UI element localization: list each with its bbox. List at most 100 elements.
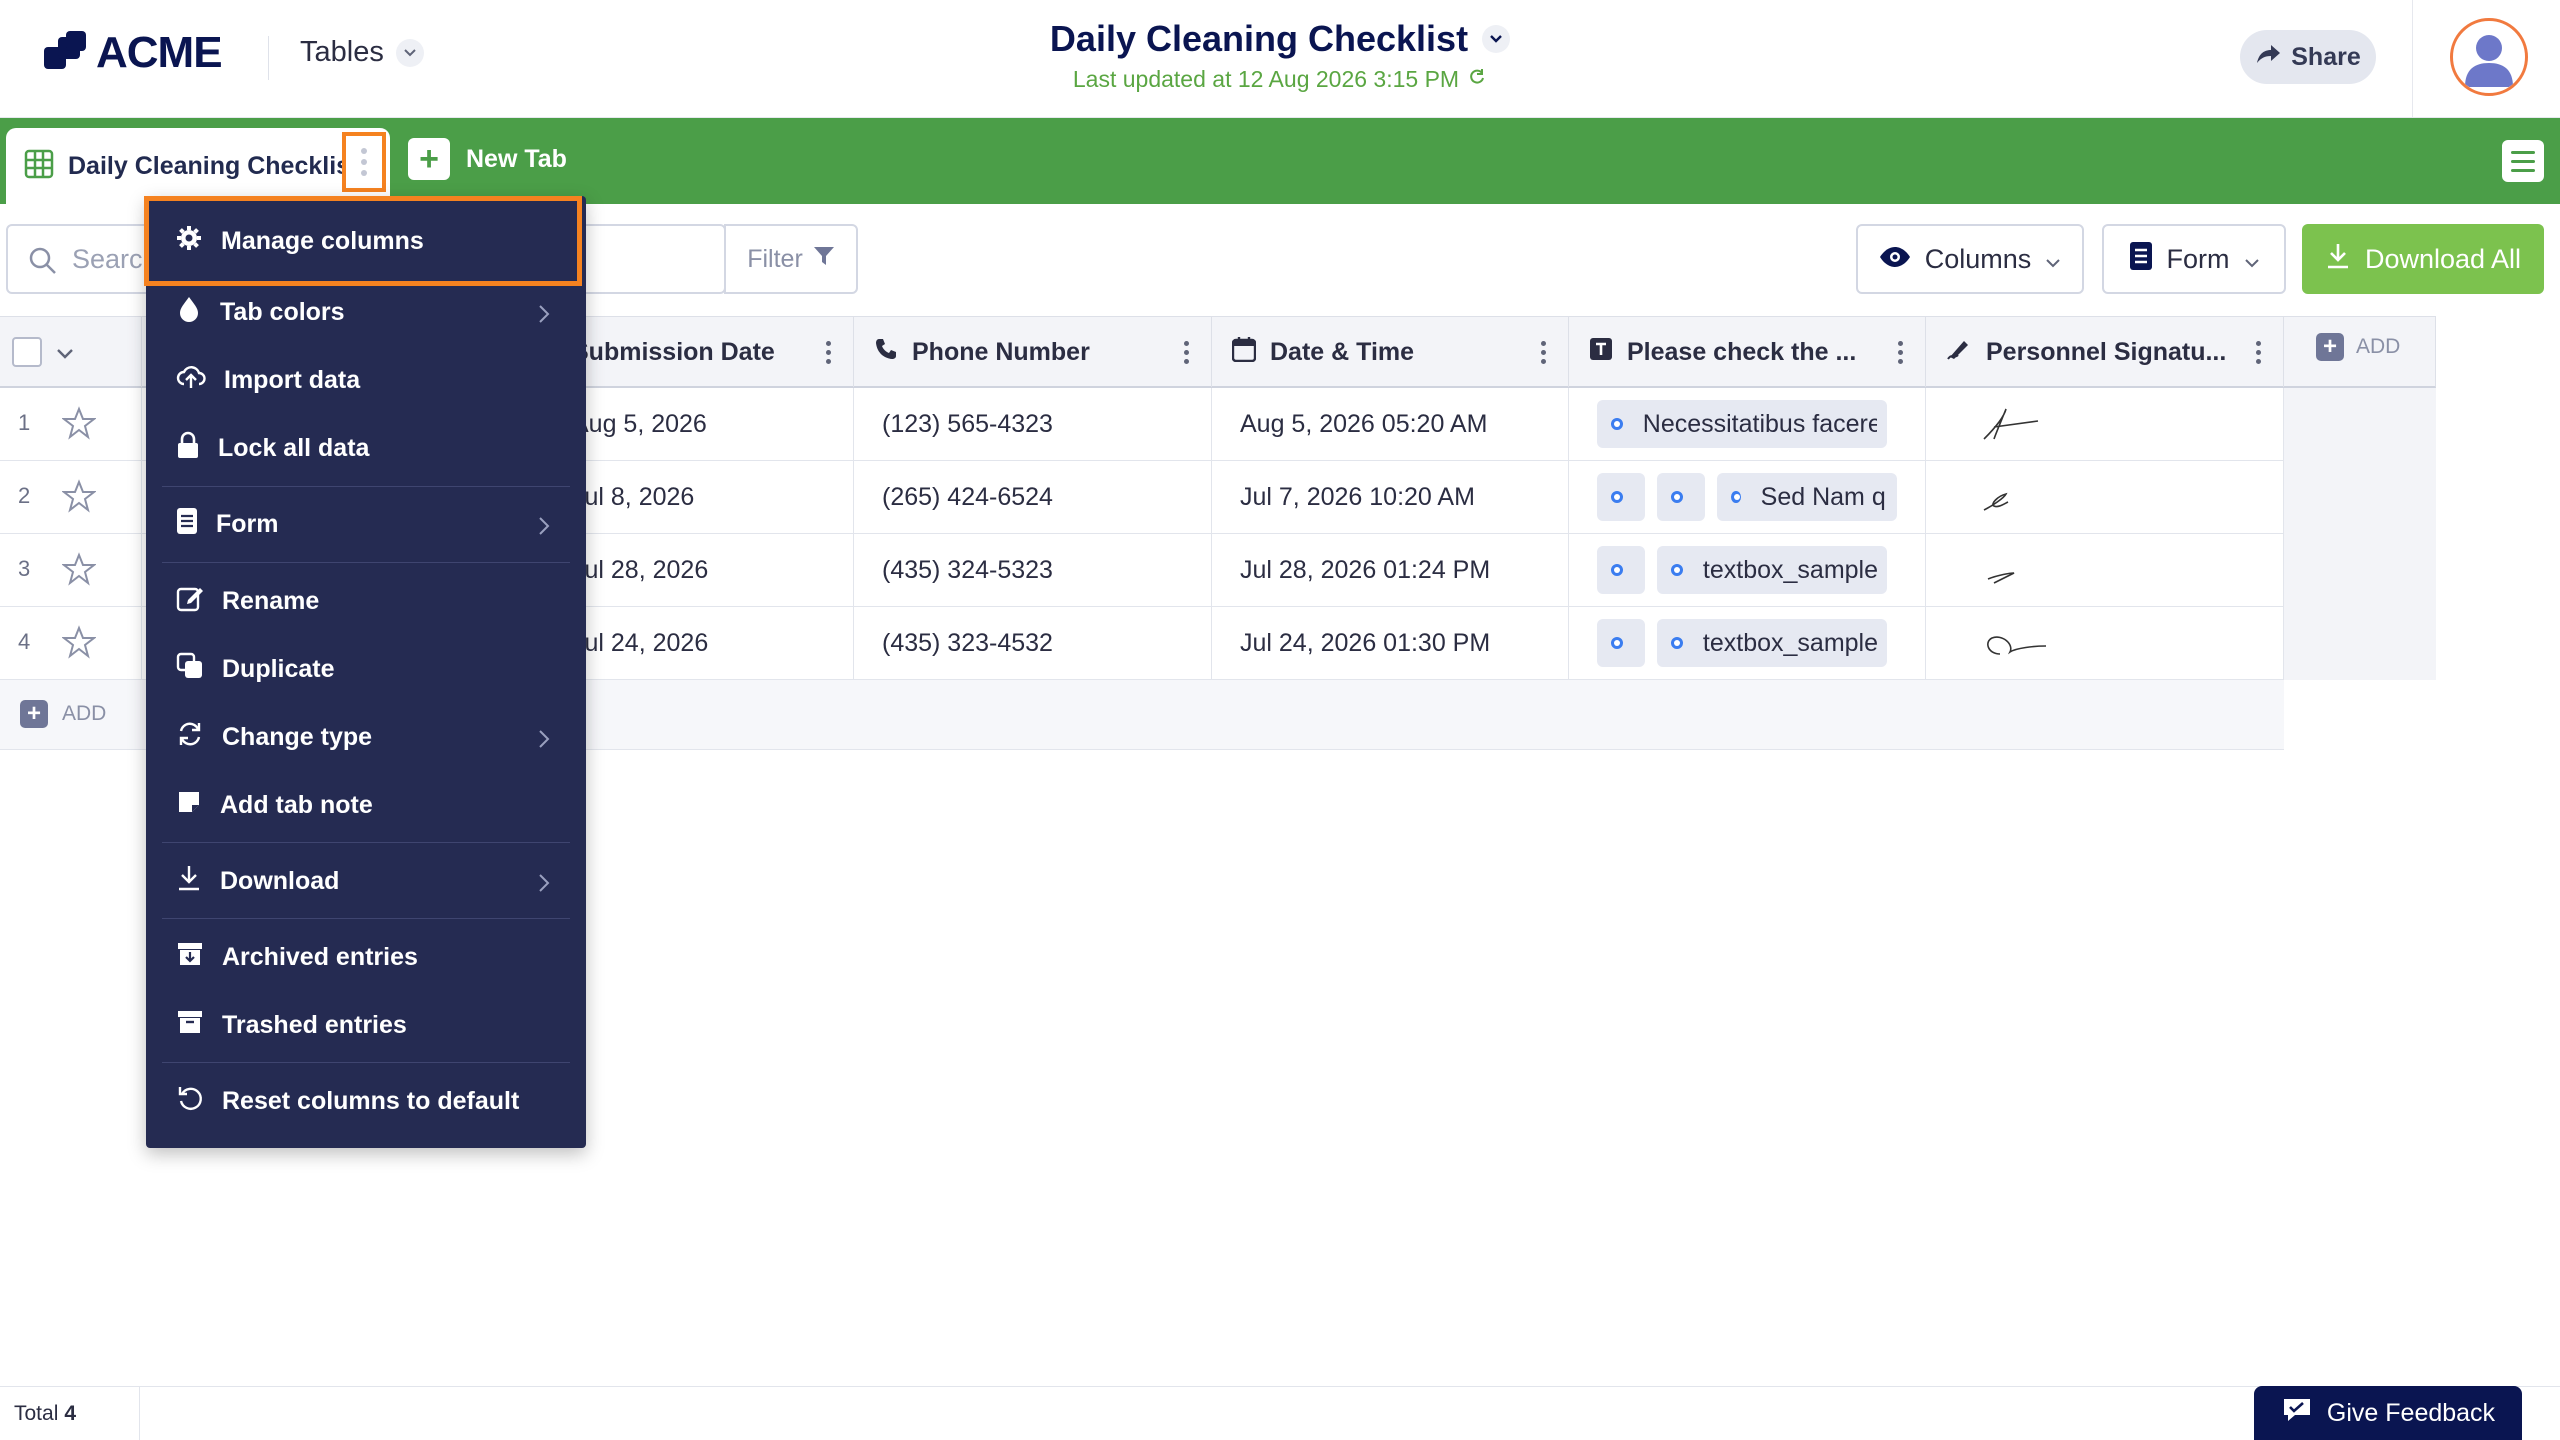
phone-cell[interactable]: (265) 424-6524 (854, 461, 1212, 533)
add-column-button[interactable]: + ADD (2316, 333, 2400, 361)
signature-image (1987, 572, 2015, 584)
star-icon[interactable] (61, 552, 97, 593)
menu-item-form[interactable]: Form (146, 490, 586, 558)
signature-cell[interactable] (1926, 607, 2284, 679)
feedback-label: Give Feedback (2326, 1398, 2496, 1427)
chevron-right-icon (538, 302, 550, 331)
chevron-right-icon (538, 727, 550, 756)
check-cell[interactable]: Sed Nam quis (1569, 461, 1926, 533)
tab-bar: Daily Cleaning Checklist + New Tab (0, 118, 2560, 204)
refresh-icon[interactable] (1467, 66, 1487, 93)
menu-item-rename[interactable]: Rename (146, 567, 586, 635)
star-icon[interactable] (61, 479, 97, 520)
share-label: Share (2291, 42, 2361, 71)
signature-cell[interactable] (1926, 461, 2284, 533)
row-number: 3 (18, 556, 31, 581)
menu-item-manage-columns[interactable]: Manage columns (144, 196, 582, 286)
menu-item-label: Archived entries (222, 942, 418, 971)
download-icon (2325, 242, 2351, 277)
trash-box-icon (176, 1009, 204, 1042)
phone-cell[interactable]: (123) 565-4323 (854, 388, 1212, 460)
hamburger-menu-icon[interactable] (2502, 140, 2544, 182)
datetime-cell[interactable]: Jul 7, 2026 10:20 AM (1212, 461, 1569, 533)
refresh-icon (176, 720, 204, 755)
chip-text: textbox_sample (1702, 555, 1877, 584)
column-kebab-icon[interactable] (1898, 341, 1903, 364)
menu-item-trashed-entries[interactable]: Trashed entries (146, 991, 586, 1059)
row-number: 4 (18, 629, 31, 654)
header-divider-right (2412, 0, 2413, 118)
row-number: 2 (18, 483, 31, 508)
check-cell[interactable]: Necessitatibus facere (1569, 388, 1926, 460)
signature-cell[interactable] (1926, 388, 2284, 460)
give-feedback-button[interactable]: Give Feedback (2254, 1386, 2522, 1440)
chevron-down-icon[interactable] (56, 338, 74, 367)
note-icon (176, 789, 202, 822)
title-block: Daily Cleaning Checklist Last updated at… (0, 18, 2560, 93)
column-title: Personnel Signatu... (1986, 337, 2227, 366)
column-header-phone-number[interactable]: Phone Number (854, 317, 1212, 387)
column-header-please-check[interactable]: Please check the ... (1569, 317, 1926, 387)
row-controls: 4 (0, 607, 142, 679)
column-title: Please check the ... (1627, 337, 1857, 366)
check-cell[interactable]: textbox_sample (1569, 607, 1926, 679)
menu-item-download[interactable]: Download (146, 847, 586, 915)
share-button[interactable]: Share (2240, 30, 2376, 84)
columns-button[interactable]: Columns (1856, 224, 2084, 294)
menu-item-label: Manage columns (221, 226, 424, 255)
column-kebab-icon[interactable] (2256, 341, 2261, 364)
download-all-button[interactable]: Download All (2302, 224, 2544, 294)
checkbox-chip (1657, 473, 1705, 521)
column-header-date-time[interactable]: Date & Time (1212, 317, 1569, 387)
tab-options-kebab-icon[interactable] (342, 132, 386, 192)
user-avatar[interactable] (2450, 18, 2528, 96)
radio-dot-icon (1607, 487, 1627, 507)
menu-item-duplicate[interactable]: Duplicate (146, 635, 586, 703)
signature-image (1987, 636, 2047, 655)
add-row-button[interactable]: + ADD (20, 700, 106, 728)
plus-icon: + (408, 138, 450, 180)
text-type-icon (1589, 337, 1613, 368)
menu-item-label: Download (220, 866, 340, 895)
menu-item-reset-columns[interactable]: Reset columns to default (146, 1067, 586, 1135)
chevron-down-icon (2244, 244, 2260, 275)
signature-pen-icon (1946, 337, 1972, 368)
checkbox-chip: Sed Nam quis (1717, 473, 1897, 521)
column-header-personnel-signature[interactable]: Personnel Signatu... (1926, 317, 2284, 387)
menu-item-add-tab-note[interactable]: Add tab note (146, 771, 586, 839)
total-count: Total 4 (0, 1387, 140, 1440)
menu-item-change-type[interactable]: Change type (146, 703, 586, 771)
select-all-header (0, 317, 142, 387)
column-kebab-icon[interactable] (1541, 341, 1546, 364)
datetime-cell[interactable]: Jul 28, 2026 01:24 PM (1212, 534, 1569, 606)
download-icon (176, 864, 202, 899)
select-all-checkbox[interactable] (12, 337, 42, 367)
datetime-cell[interactable]: Aug 5, 2026 05:20 AM (1212, 388, 1569, 460)
column-kebab-icon[interactable] (1184, 341, 1189, 364)
form-button[interactable]: Form (2102, 224, 2286, 294)
signature-cell[interactable] (1926, 534, 2284, 606)
menu-item-import-data[interactable]: Import data (146, 346, 586, 414)
row-controls: 3 (0, 534, 142, 606)
check-cell[interactable]: textbox_sample (1569, 534, 1926, 606)
menu-item-archived-entries[interactable]: Archived entries (146, 923, 586, 991)
phone-cell[interactable]: (435) 324-5323 (854, 534, 1212, 606)
column-title: Submission Date (572, 337, 775, 366)
filter-button[interactable]: Filter (724, 224, 858, 294)
drop-icon (176, 295, 202, 330)
phone-cell[interactable]: (435) 323-4532 (854, 607, 1212, 679)
star-icon[interactable] (61, 406, 97, 447)
radio-dot-icon (1607, 414, 1627, 434)
menu-item-label: Change type (222, 722, 373, 751)
new-tab-button[interactable]: + New Tab (408, 138, 567, 180)
datetime-cell[interactable]: Jul 24, 2026 01:30 PM (1212, 607, 1569, 679)
menu-divider (162, 562, 570, 563)
title-chevron-down-icon[interactable] (1482, 25, 1511, 53)
column-kebab-icon[interactable] (826, 341, 831, 364)
filter-label: Filter (747, 244, 803, 273)
menu-item-lock-all-data[interactable]: Lock all data (146, 414, 586, 482)
page-title[interactable]: Daily Cleaning Checklist (1050, 18, 1468, 60)
tab-daily-cleaning-checklist[interactable]: Daily Cleaning Checklist (6, 128, 390, 204)
menu-item-tab-colors[interactable]: Tab colors (146, 278, 586, 346)
star-icon[interactable] (61, 625, 97, 666)
